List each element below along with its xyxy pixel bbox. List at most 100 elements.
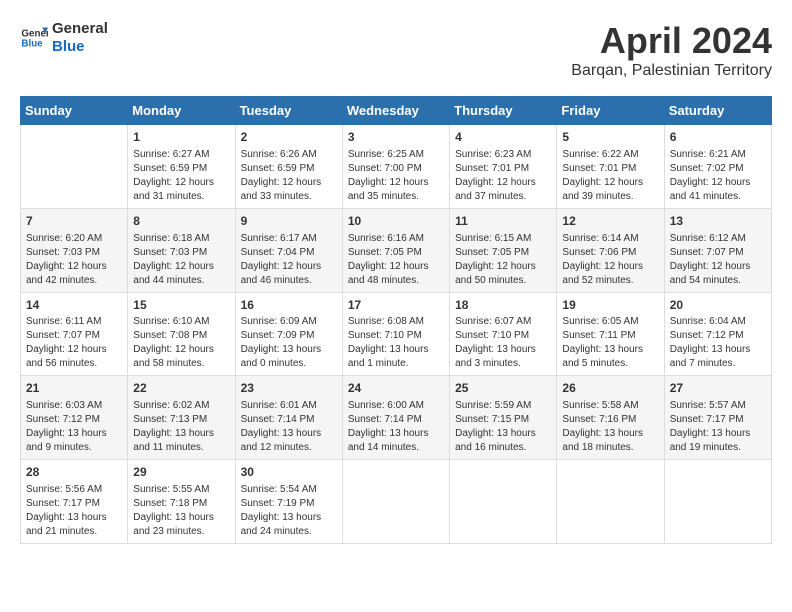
day-info: Sunset: 7:02 PM bbox=[670, 162, 766, 176]
month-title: April 2024 bbox=[571, 20, 772, 62]
week-row-5: 28Sunrise: 5:56 AMSunset: 7:17 PMDayligh… bbox=[21, 460, 772, 544]
day-info: Daylight: 12 hours bbox=[133, 343, 229, 357]
day-cell: 24Sunrise: 6:00 AMSunset: 7:14 PMDayligh… bbox=[342, 376, 449, 460]
day-info: Sunrise: 5:57 AM bbox=[670, 399, 766, 413]
day-info: and 52 minutes. bbox=[562, 274, 658, 288]
header-sunday: Sunday bbox=[21, 97, 128, 125]
day-info: and 37 minutes. bbox=[455, 190, 551, 204]
day-number: 26 bbox=[562, 380, 658, 397]
day-info: Sunset: 7:17 PM bbox=[26, 497, 122, 511]
day-number: 29 bbox=[133, 464, 229, 481]
day-number: 11 bbox=[455, 213, 551, 230]
day-number: 1 bbox=[133, 129, 229, 146]
day-cell: 22Sunrise: 6:02 AMSunset: 7:13 PMDayligh… bbox=[128, 376, 235, 460]
day-info: Sunset: 7:01 PM bbox=[562, 162, 658, 176]
logo-line2: Blue bbox=[52, 38, 108, 56]
day-cell: 6Sunrise: 6:21 AMSunset: 7:02 PMDaylight… bbox=[664, 125, 771, 209]
day-number: 17 bbox=[348, 297, 444, 314]
day-number: 13 bbox=[670, 213, 766, 230]
day-info: Sunset: 7:07 PM bbox=[26, 329, 122, 343]
week-row-4: 21Sunrise: 6:03 AMSunset: 7:12 PMDayligh… bbox=[21, 376, 772, 460]
day-info: Daylight: 13 hours bbox=[241, 427, 337, 441]
day-info: and 23 minutes. bbox=[133, 525, 229, 539]
day-number: 15 bbox=[133, 297, 229, 314]
day-info: Daylight: 13 hours bbox=[670, 343, 766, 357]
day-info: and 18 minutes. bbox=[562, 441, 658, 455]
day-number: 30 bbox=[241, 464, 337, 481]
day-cell: 14Sunrise: 6:11 AMSunset: 7:07 PMDayligh… bbox=[21, 292, 128, 376]
day-info: and 58 minutes. bbox=[133, 357, 229, 371]
week-row-1: 1Sunrise: 6:27 AMSunset: 6:59 PMDaylight… bbox=[21, 125, 772, 209]
day-info: Daylight: 12 hours bbox=[133, 260, 229, 274]
day-number: 7 bbox=[26, 213, 122, 230]
day-number: 12 bbox=[562, 213, 658, 230]
day-number: 8 bbox=[133, 213, 229, 230]
day-number: 9 bbox=[241, 213, 337, 230]
day-info: Daylight: 12 hours bbox=[241, 260, 337, 274]
day-number: 28 bbox=[26, 464, 122, 481]
day-info: Sunrise: 6:27 AM bbox=[133, 148, 229, 162]
day-info: Daylight: 13 hours bbox=[133, 427, 229, 441]
day-info: Sunset: 7:16 PM bbox=[562, 413, 658, 427]
title-section: April 2024 Barqan, Palestinian Territory bbox=[571, 20, 772, 80]
day-cell: 16Sunrise: 6:09 AMSunset: 7:09 PMDayligh… bbox=[235, 292, 342, 376]
day-info: Sunrise: 6:25 AM bbox=[348, 148, 444, 162]
day-info: Sunrise: 6:09 AM bbox=[241, 315, 337, 329]
svg-text:Blue: Blue bbox=[21, 38, 43, 49]
day-info: and 41 minutes. bbox=[670, 190, 766, 204]
day-info: Daylight: 13 hours bbox=[562, 427, 658, 441]
day-cell bbox=[450, 460, 557, 544]
day-info: Sunset: 7:05 PM bbox=[348, 246, 444, 260]
day-info: Sunset: 7:00 PM bbox=[348, 162, 444, 176]
day-info: and 35 minutes. bbox=[348, 190, 444, 204]
day-info: Sunset: 7:17 PM bbox=[670, 413, 766, 427]
day-info: Sunset: 7:09 PM bbox=[241, 329, 337, 343]
day-cell: 10 Sunrise: 6:16 AMSunset: 7:05 PMDayligh… bbox=[342, 208, 449, 292]
day-info: Sunset: 7:19 PM bbox=[241, 497, 337, 511]
day-info: Daylight: 12 hours bbox=[26, 343, 122, 357]
day-info: Daylight: 12 hours bbox=[670, 176, 766, 190]
day-cell: 8 Sunrise: 6:18 AMSunset: 7:03 PMDaylight… bbox=[128, 208, 235, 292]
day-info: Sunrise: 5:59 AM bbox=[455, 399, 551, 413]
day-info: Sunrise: 5:54 AM bbox=[241, 483, 337, 497]
day-info: Sunset: 7:12 PM bbox=[26, 413, 122, 427]
day-info: Daylight: 13 hours bbox=[241, 343, 337, 357]
day-number: 10 bbox=[348, 213, 444, 230]
day-number: 25 bbox=[455, 380, 551, 397]
header-thursday: Thursday bbox=[450, 97, 557, 125]
day-cell: 19Sunrise: 6:05 AMSunset: 7:11 PMDayligh… bbox=[557, 292, 664, 376]
day-info: Sunrise: 6:22 AM bbox=[562, 148, 658, 162]
day-info: and 19 minutes. bbox=[670, 441, 766, 455]
day-cell: 4Sunrise: 6:23 AMSunset: 7:01 PMDaylight… bbox=[450, 125, 557, 209]
day-info: Sunset: 7:12 PM bbox=[670, 329, 766, 343]
week-row-2: 7Sunrise: 6:20 AMSunset: 7:03 PMDaylight… bbox=[21, 208, 772, 292]
day-info: and 5 minutes. bbox=[562, 357, 658, 371]
day-number: 24 bbox=[348, 380, 444, 397]
day-cell: 11Sunrise: 6:15 AMSunset: 7:05 PMDayligh… bbox=[450, 208, 557, 292]
day-info: Sunset: 7:06 PM bbox=[562, 246, 658, 260]
day-cell: 7Sunrise: 6:20 AMSunset: 7:03 PMDaylight… bbox=[21, 208, 128, 292]
header-monday: Monday bbox=[128, 97, 235, 125]
day-cell: 1Sunrise: 6:27 AMSunset: 6:59 PMDaylight… bbox=[128, 125, 235, 209]
day-info: Sunrise: 6:16 AM bbox=[348, 232, 444, 246]
day-info: and 3 minutes. bbox=[455, 357, 551, 371]
day-info: and 14 minutes. bbox=[348, 441, 444, 455]
day-info: Sunrise: 6:18 AM bbox=[133, 232, 229, 246]
day-cell: 21Sunrise: 6:03 AMSunset: 7:12 PMDayligh… bbox=[21, 376, 128, 460]
day-info: Daylight: 13 hours bbox=[670, 427, 766, 441]
day-cell: 30Sunrise: 5:54 AMSunset: 7:19 PMDayligh… bbox=[235, 460, 342, 544]
day-info: and 42 minutes. bbox=[26, 274, 122, 288]
day-info: Daylight: 13 hours bbox=[26, 427, 122, 441]
day-info: Daylight: 13 hours bbox=[348, 343, 444, 357]
day-info: Sunrise: 6:01 AM bbox=[241, 399, 337, 413]
day-info: Sunset: 7:03 PM bbox=[133, 246, 229, 260]
day-info: Sunrise: 5:55 AM bbox=[133, 483, 229, 497]
day-cell: 17Sunrise: 6:08 AMSunset: 7:10 PMDayligh… bbox=[342, 292, 449, 376]
day-info: Daylight: 12 hours bbox=[562, 260, 658, 274]
day-cell: 20Sunrise: 6:04 AMSunset: 7:12 PMDayligh… bbox=[664, 292, 771, 376]
day-info: Daylight: 12 hours bbox=[670, 260, 766, 274]
day-info: and 12 minutes. bbox=[241, 441, 337, 455]
day-info: Sunset: 7:14 PM bbox=[241, 413, 337, 427]
day-number: 23 bbox=[241, 380, 337, 397]
day-info: Daylight: 12 hours bbox=[348, 260, 444, 274]
